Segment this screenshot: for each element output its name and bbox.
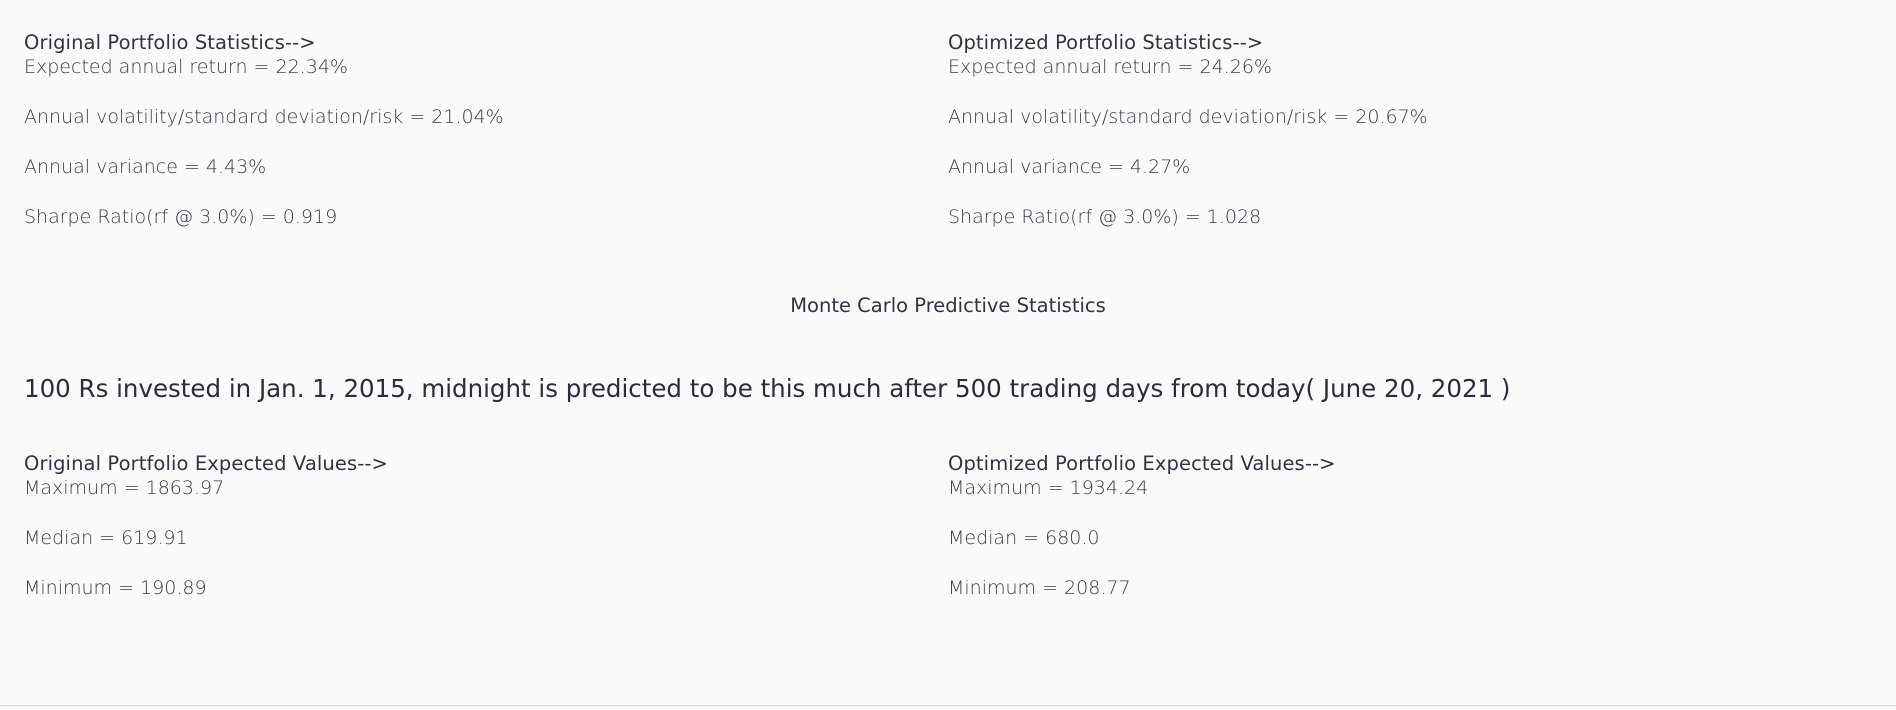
original-minimum: Minimum = 190.89 <box>24 577 207 599</box>
original-median: Median = 619.91 <box>24 527 188 549</box>
monte-carlo-title: Monte Carlo Predictive Statistics <box>790 294 1106 317</box>
expected-values: Original Portfolio Expected Values--> Ma… <box>24 405 1872 600</box>
original-expected-values: Original Portfolio Expected Values--> Ma… <box>24 405 948 600</box>
optimized-minimum: Minimum = 208.77 <box>948 577 1131 599</box>
original-variance: Annual variance = 4.43% <box>24 156 267 178</box>
optimized-expected-values: Optimized Portfolio Expected Values--> M… <box>948 405 1872 600</box>
original-sharpe-ratio: Sharpe Ratio(rf @ 3.0%) = 0.919 <box>24 206 338 228</box>
original-maximum: Maximum = 1863.97 <box>24 477 225 499</box>
original-volatility: Annual volatility/standard deviation/ris… <box>24 106 504 128</box>
prediction-headline: 100 Rs invested in Jan. 1, 2015, midnigh… <box>24 374 1511 403</box>
optimized-median: Median = 680.0 <box>948 527 1100 549</box>
optimized-maximum: Maximum = 1934.24 <box>948 477 1149 499</box>
optimized-expected-title: Optimized Portfolio Expected Values--> <box>948 452 1336 475</box>
optimized-portfolio-statistics: Optimized Portfolio Statistics--> Expect… <box>948 0 1872 229</box>
optimized-expected-return: Expected annual return = 24.26% <box>948 56 1272 78</box>
original-expected-title: Original Portfolio Expected Values--> <box>24 452 388 475</box>
original-portfolio-statistics: Original Portfolio Statistics--> Expecte… <box>24 0 948 229</box>
original-statistics-title: Original Portfolio Statistics--> <box>24 31 316 54</box>
portfolio-statistics: Original Portfolio Statistics--> Expecte… <box>24 0 1872 229</box>
optimized-statistics-title: Optimized Portfolio Statistics--> <box>948 31 1264 54</box>
original-expected-return: Expected annual return = 22.34% <box>24 56 348 78</box>
optimized-variance: Annual variance = 4.27% <box>948 156 1191 178</box>
optimized-volatility: Annual volatility/standard deviation/ris… <box>948 106 1428 128</box>
main-content: Original Portfolio Statistics--> Expecte… <box>24 0 1872 705</box>
optimized-sharpe-ratio: Sharpe Ratio(rf @ 3.0%) = 1.028 <box>948 206 1262 228</box>
bottom-divider <box>0 705 1896 706</box>
